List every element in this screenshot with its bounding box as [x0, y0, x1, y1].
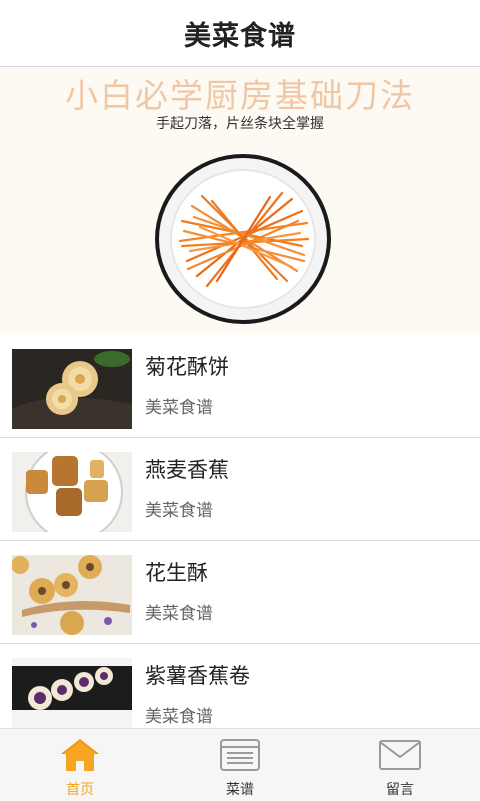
- item-title: 花生酥: [145, 561, 208, 585]
- page-title: 美菜食谱: [184, 20, 296, 52]
- list-item[interactable]: 花生酥 美菜食谱: [0, 541, 480, 644]
- item-subtitle: 美菜食谱: [145, 604, 213, 624]
- home-icon: [61, 739, 99, 771]
- recipe-list: 菊花酥饼 美菜食谱 燕麦香蕉 美菜食谱 花生酥 美菜食谱 紫薯香蕉卷 美菜食谱: [0, 335, 480, 747]
- chrysanthemum-pastry-thumbnail: [12, 349, 132, 429]
- shredded-carrot-plate-image: [155, 154, 331, 324]
- bottom-tab-bar: 首页 菜谱 留言: [0, 728, 480, 801]
- recipe-icon: [220, 739, 260, 771]
- banner[interactable]: 小白必学厨房基础刀法 手起刀落，片丝条块全掌握: [0, 67, 480, 335]
- item-title: 紫薯香蕉卷: [145, 664, 250, 688]
- mail-icon: [379, 740, 421, 770]
- item-subtitle: 美菜食谱: [145, 398, 213, 418]
- purple-potato-banana-roll-thumbnail: [12, 658, 132, 738]
- tab-messages[interactable]: 留言: [320, 729, 480, 801]
- tab-label: 留言: [386, 782, 414, 798]
- list-item[interactable]: 燕麦香蕉 美菜食谱: [0, 438, 480, 541]
- tab-home[interactable]: 首页: [0, 729, 160, 801]
- banner-subtitle: 手起刀落，片丝条块全掌握: [156, 116, 324, 132]
- list-item[interactable]: 菊花酥饼 美菜食谱: [0, 335, 480, 438]
- item-subtitle: 美菜食谱: [145, 501, 213, 521]
- tab-label: 菜谱: [226, 782, 254, 798]
- item-title: 菊花酥饼: [145, 355, 229, 379]
- tab-label: 首页: [66, 782, 94, 798]
- banner-title: 小白必学厨房基础刀法: [65, 76, 415, 115]
- tab-recipes[interactable]: 菜谱: [160, 729, 320, 801]
- item-subtitle: 美菜食谱: [145, 707, 213, 727]
- item-title: 燕麦香蕉: [145, 458, 229, 482]
- app-header: 美菜食谱: [0, 0, 480, 67]
- oat-banana-thumbnail: [12, 452, 132, 532]
- peanut-pastry-thumbnail: [12, 555, 132, 635]
